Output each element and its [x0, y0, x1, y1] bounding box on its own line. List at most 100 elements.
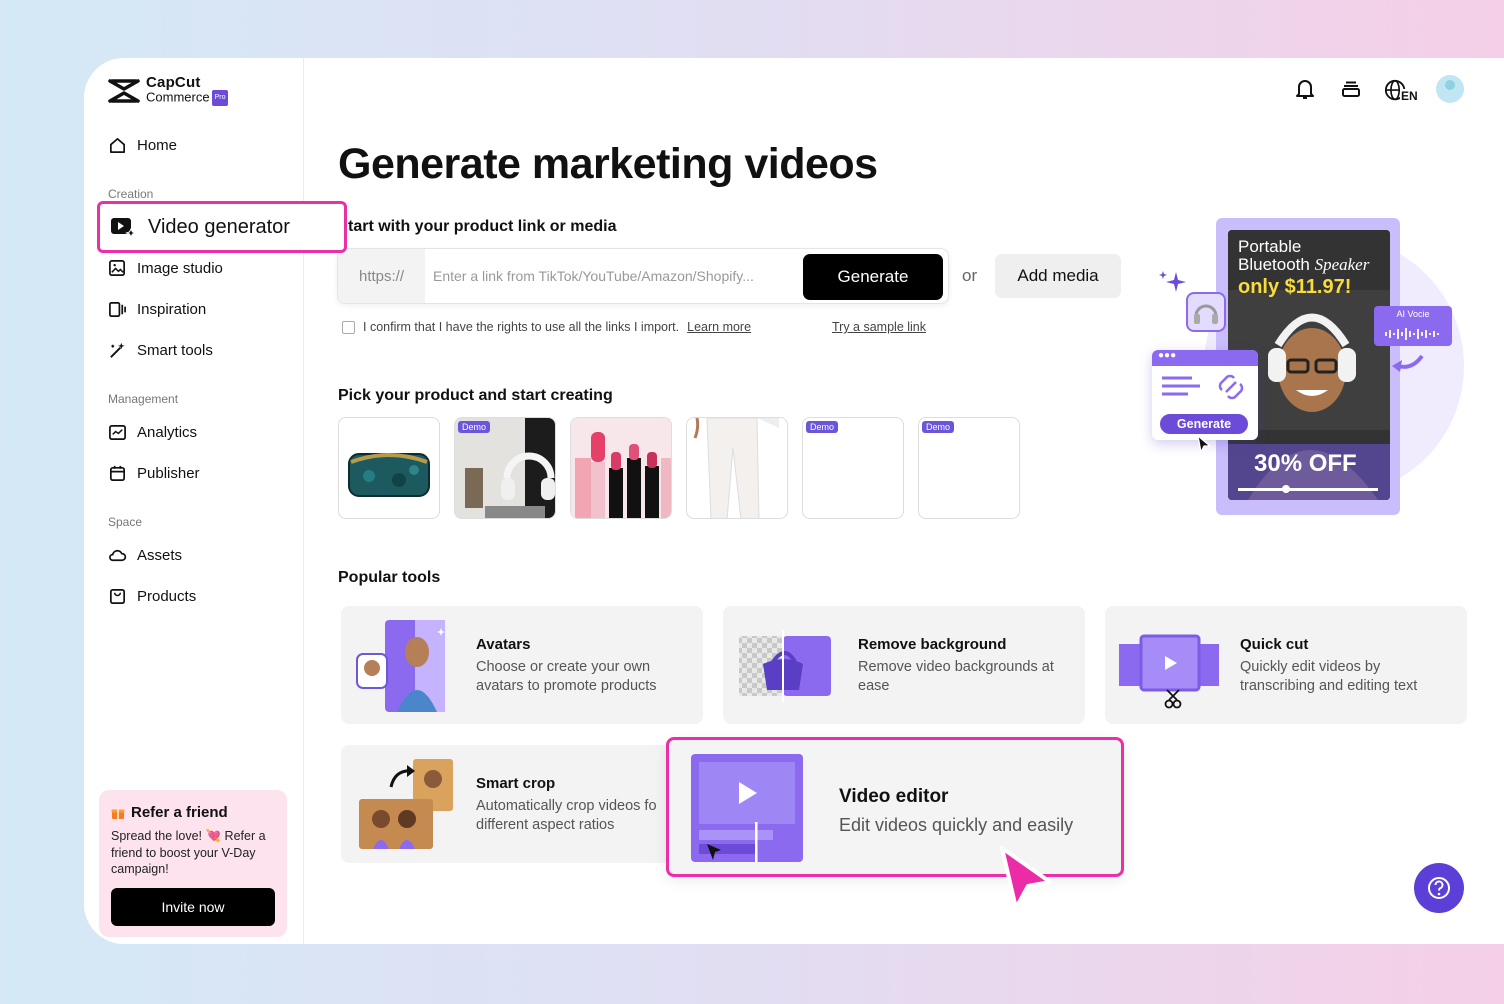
tool-title: Video editor: [839, 786, 949, 807]
promo-product-word: Bluetooth: [1238, 255, 1315, 274]
question-icon: [1428, 877, 1450, 899]
product-thumb-pants[interactable]: [686, 417, 788, 519]
gift-icon: [111, 809, 125, 819]
product-thumb-demo-2[interactable]: Demo: [918, 417, 1020, 519]
add-media-button[interactable]: Add media: [995, 254, 1121, 298]
sidebar-item-label: Analytics: [137, 424, 198, 441]
home-icon: [109, 137, 126, 154]
sidebar-item-label: Home: [137, 137, 178, 154]
tool-card-quick-cut[interactable]: Quick cut Quickly edit videos by transcr…: [1105, 606, 1467, 724]
try-sample-link[interactable]: Try a sample link: [832, 320, 926, 334]
tool-card-remove-background[interactable]: Remove background Remove video backgroun…: [723, 606, 1085, 724]
headphones-icon: [1194, 304, 1218, 324]
product-thumb-headphones[interactable]: Demo: [454, 417, 556, 519]
pointer-cursor-icon: [1000, 846, 1052, 910]
sidebar-item-label: Assets: [137, 547, 183, 564]
product-thumb-demo-1[interactable]: Demo: [802, 417, 904, 519]
image-studio-icon: [109, 260, 126, 277]
sidebar-item-smart-tools[interactable]: Smart tools: [108, 341, 213, 360]
ai-voice-label: AI Vocie: [1396, 309, 1430, 319]
bell-icon[interactable]: [1292, 76, 1318, 102]
demo-badge: Demo: [458, 421, 491, 433]
promo-illustration: Portable Bluetooth Speaker only $11.97! …: [1144, 216, 1464, 516]
confirm-text: I confirm that I have the rights to use …: [363, 320, 680, 334]
stack-icon[interactable]: [1338, 76, 1364, 102]
generate-button[interactable]: Generate: [803, 254, 943, 300]
help-button[interactable]: [1414, 863, 1464, 913]
sidebar: CapCut Commerce Pro Home Creation Video g…: [84, 58, 347, 944]
tool-title: Remove background: [858, 636, 1007, 653]
sidebar-item-inspiration[interactable]: Inspiration: [108, 300, 206, 319]
sidebar-item-publisher[interactable]: Publisher: [108, 464, 200, 483]
calendar-icon: [109, 465, 126, 482]
user-avatar[interactable]: [1436, 75, 1464, 103]
tool-title: Smart crop: [476, 775, 556, 792]
refer-description: Spread the love! 💘 Refer a friend to boo…: [111, 829, 266, 876]
sidebar-item-label: Inspiration: [137, 301, 207, 318]
product-thumbnails: Demo Demo Demo: [338, 417, 1020, 519]
headphones-mini-card: [1186, 292, 1226, 332]
capcut-logo-icon: [108, 79, 140, 103]
sidebar-item-image-studio[interactable]: Image studio: [108, 259, 223, 278]
refer-title: Refer a friend: [131, 804, 228, 821]
product-thumb-lipstick[interactable]: [570, 417, 672, 519]
url-prefix: https://: [338, 249, 425, 303]
sparkle-icon: [1159, 271, 1186, 292]
product-bag-icon: [109, 588, 126, 605]
promo-price: only $11.97!: [1238, 276, 1352, 298]
cloud-icon: [109, 549, 127, 562]
pick-product-title: Pick your product and start creating: [338, 387, 613, 404]
tool-card-smart-crop[interactable]: Smart crop Automatically crop videos fo …: [341, 745, 703, 863]
smart-crop-illustration: [359, 759, 453, 849]
tool-description: Remove video backgrounds at ease: [858, 659, 1054, 694]
sidebar-item-assets[interactable]: Assets: [108, 546, 182, 565]
promo-product-line1: Portable: [1238, 237, 1302, 256]
capcut-commerce-logo[interactable]: CapCut Commerce Pro: [108, 75, 229, 106]
pro-badge: Pro: [211, 90, 229, 106]
product-link-input-box: https:// Generate: [337, 248, 949, 304]
learn-more-link[interactable]: Learn more: [687, 320, 751, 334]
inspiration-icon: [109, 301, 126, 318]
headphones-image: [455, 418, 555, 518]
arrow-left-icon: [1392, 354, 1424, 372]
demo-badge: Demo: [922, 421, 955, 433]
tool-description: Choose or create your own avatars to pro…: [476, 659, 657, 694]
refer-a-friend-card: Refer a friend Spread the love! 💘 Refer …: [99, 790, 287, 937]
input-section-title: tart with your product link or media: [348, 218, 617, 235]
white-pants-image: [693, 418, 779, 518]
waveform-icon: [1385, 328, 1439, 340]
tool-card-avatars[interactable]: Avatars Choose or create your own avatar…: [341, 606, 703, 724]
cursor-arrow-icon: [1197, 434, 1212, 454]
page-title: Generate marketing videos: [338, 140, 878, 188]
avatars-illustration: [356, 620, 445, 712]
video-generator-icon: [111, 218, 136, 238]
sidebar-item-analytics[interactable]: Analytics: [108, 423, 197, 442]
language-selector[interactable]: EN: [1384, 75, 1419, 103]
popular-tools-title: Popular tools: [338, 569, 441, 586]
sidebar-item-video-generator[interactable]: Video generator: [97, 201, 347, 253]
tool-description: Edit videos quickly and easily: [839, 815, 1074, 835]
menu-link-icon: [1162, 374, 1244, 400]
tool-title: Avatars: [476, 636, 531, 653]
product-thumb-clutch[interactable]: [338, 417, 440, 519]
section-label-space: Space: [108, 515, 143, 529]
promo-generate-button: Generate: [1158, 412, 1250, 436]
sidebar-item-products[interactable]: Products: [108, 587, 196, 606]
section-label-creation: Creation: [108, 187, 154, 201]
product-link-input[interactable]: [433, 263, 793, 289]
sidebar-item-label: Smart tools: [137, 342, 213, 359]
invite-now-button[interactable]: Invite now: [111, 888, 275, 926]
tool-description: Quickly edit videos by transcribing and …: [1240, 659, 1418, 694]
sidebar-item-label: Publisher: [137, 465, 200, 482]
analytics-icon: [109, 424, 126, 441]
tool-title: Quick cut: [1240, 636, 1309, 653]
remove-background-illustration: [739, 630, 831, 702]
language-code: EN: [1400, 89, 1419, 103]
or-separator: or: [962, 266, 978, 285]
clutch-bag-image: [348, 453, 430, 497]
rights-checkbox[interactable]: [342, 320, 355, 334]
sidebar-item-home[interactable]: Home: [108, 136, 177, 155]
brand-sub: Commerce: [146, 89, 210, 105]
promo-product-speaker: Speaker: [1314, 255, 1370, 274]
ai-voice-chip: AI Vocie: [1374, 306, 1452, 346]
